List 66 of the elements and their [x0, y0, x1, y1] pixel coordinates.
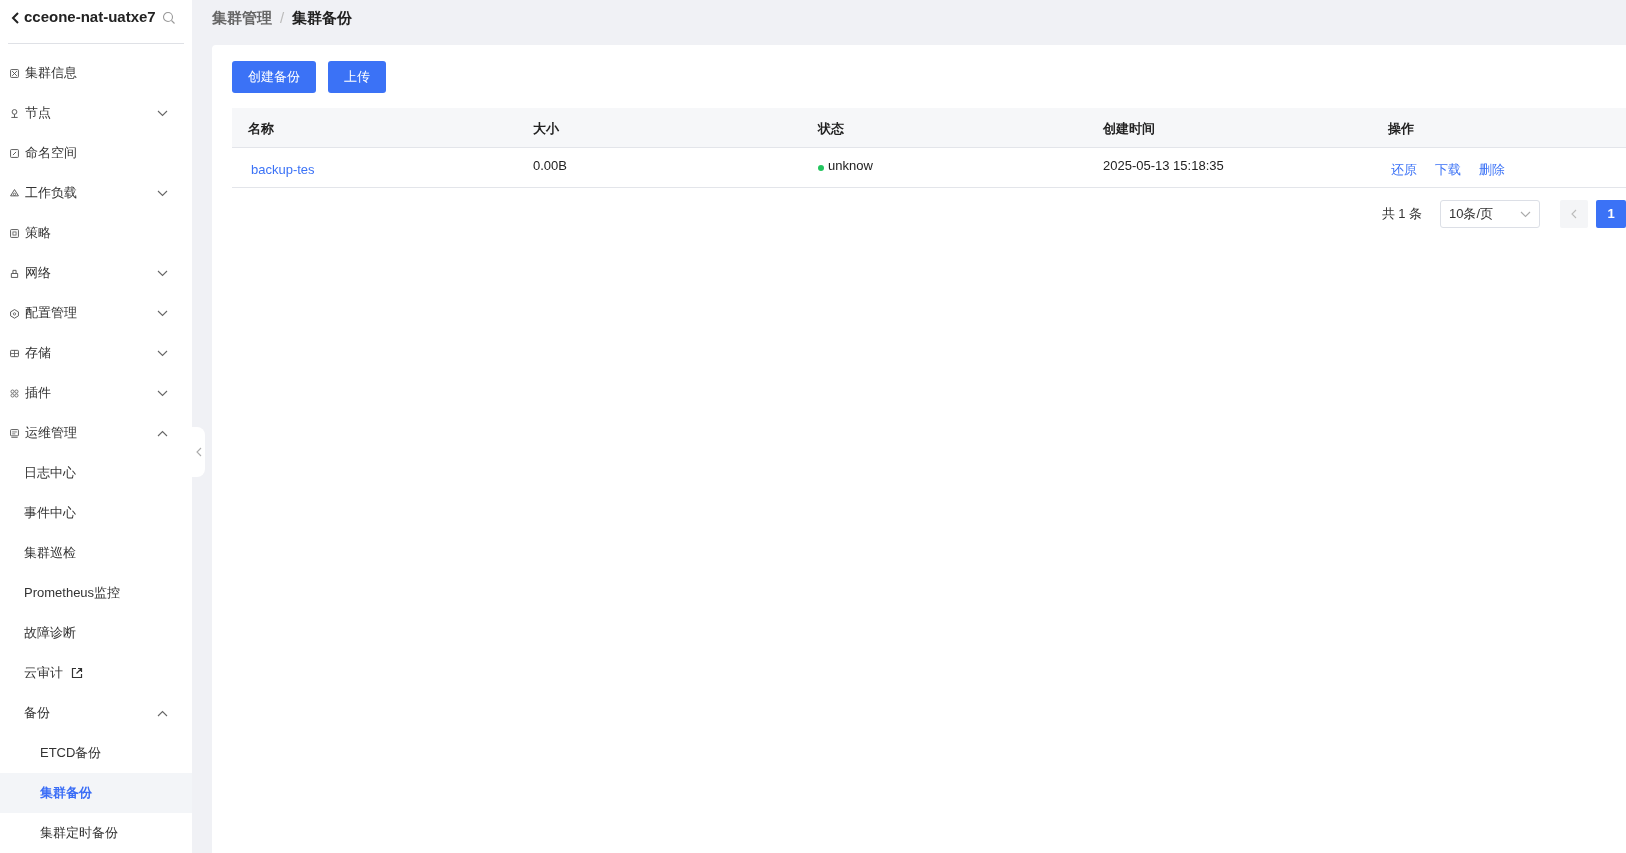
backup-name-link[interactable]: backup-tes — [248, 159, 315, 180]
chevron-left-icon — [1571, 209, 1577, 219]
menu-item[interactable]: 策略 — [0, 213, 192, 253]
column-header: 名称 — [248, 120, 274, 136]
chevron-icon — [157, 109, 168, 117]
chevron-icon — [157, 309, 168, 317]
action-link[interactable]: 还原 — [1391, 159, 1417, 180]
collapse-icon — [195, 447, 202, 457]
menu-item[interactable]: Prometheus监控 — [0, 573, 192, 613]
menu-item[interactable]: 工作负载 — [0, 173, 192, 213]
action-link[interactable]: 删除 — [1479, 159, 1505, 180]
page-size-select[interactable]: 10条/页 — [1440, 200, 1540, 228]
action-button[interactable]: 上传 — [328, 61, 386, 93]
menu-item[interactable]: 集群信息 — [0, 53, 192, 93]
menu-item[interactable]: 命名空间 — [0, 133, 192, 173]
chevron-icon — [157, 349, 168, 357]
column-header: 大小 — [533, 120, 559, 136]
menu-item[interactable]: ETCD备份 — [0, 733, 192, 773]
action-button[interactable]: 创建备份 — [232, 61, 316, 93]
menu-item[interactable]: 存储 — [0, 333, 192, 373]
menu-item[interactable]: 集群定时备份 — [0, 813, 192, 853]
menu-item[interactable]: 网络 — [0, 253, 192, 293]
total-count: 共 1 条 — [1381, 205, 1422, 224]
chevron-icon — [1520, 210, 1531, 218]
back-icon[interactable] — [10, 10, 20, 25]
column-header: 创建时间 — [1103, 120, 1155, 136]
chevron-icon — [157, 269, 168, 277]
menu-icon — [9, 267, 20, 279]
menu-item[interactable]: 故障诊断 — [0, 613, 192, 653]
menu-icon — [9, 387, 20, 399]
menu-icon — [9, 187, 20, 199]
menu-item[interactable]: 插件 — [0, 373, 192, 413]
menu-item[interactable]: 备份 — [0, 693, 192, 733]
menu-icon — [9, 307, 20, 319]
chevron-icon — [157, 429, 168, 437]
chevron-icon — [157, 189, 168, 197]
menu-icon — [9, 107, 20, 119]
menu-icon — [9, 227, 20, 239]
status-text: unknow — [828, 157, 873, 176]
menu-item[interactable]: 运维管理 — [0, 413, 192, 453]
column-header: 状态 — [818, 120, 844, 136]
chevron-icon — [157, 709, 168, 717]
external-link-icon[interactable] — [71, 667, 83, 679]
menu-icon — [9, 427, 20, 439]
chevron-icon — [157, 389, 168, 397]
table-cell-text: 2025-05-13 15:18:35 — [1103, 157, 1224, 176]
action-link[interactable]: 下载 — [1435, 159, 1461, 180]
collapse-handle[interactable] — [192, 427, 205, 477]
menu-item[interactable]: 配置管理 — [0, 293, 192, 333]
menu-item[interactable]: 集群备份 — [0, 773, 192, 813]
cluster-name: cceone-nat-uatxe7 — [24, 7, 156, 28]
menu-item[interactable]: 日志中心 — [0, 453, 192, 493]
menu-icon — [9, 347, 20, 359]
menu-item[interactable]: 事件中心 — [0, 493, 192, 533]
search-icon[interactable] — [162, 10, 176, 25]
breadcrumb-item: 集群备份 — [292, 7, 353, 28]
column-header: 操作 — [1388, 120, 1414, 136]
menu-item[interactable]: 节点 — [0, 93, 192, 133]
table-cell-text: 0.00B — [533, 157, 567, 176]
breadcrumb-item[interactable]: 集群管理 — [212, 6, 272, 30]
page-button[interactable]: 1 — [1596, 200, 1626, 228]
menu-item[interactable]: 集群巡检 — [0, 533, 192, 573]
menu-icon — [9, 147, 20, 159]
menu-icon — [9, 67, 20, 79]
menu-item[interactable]: 云审计 — [0, 653, 192, 693]
breadcrumb-separator: / — [280, 7, 285, 28]
